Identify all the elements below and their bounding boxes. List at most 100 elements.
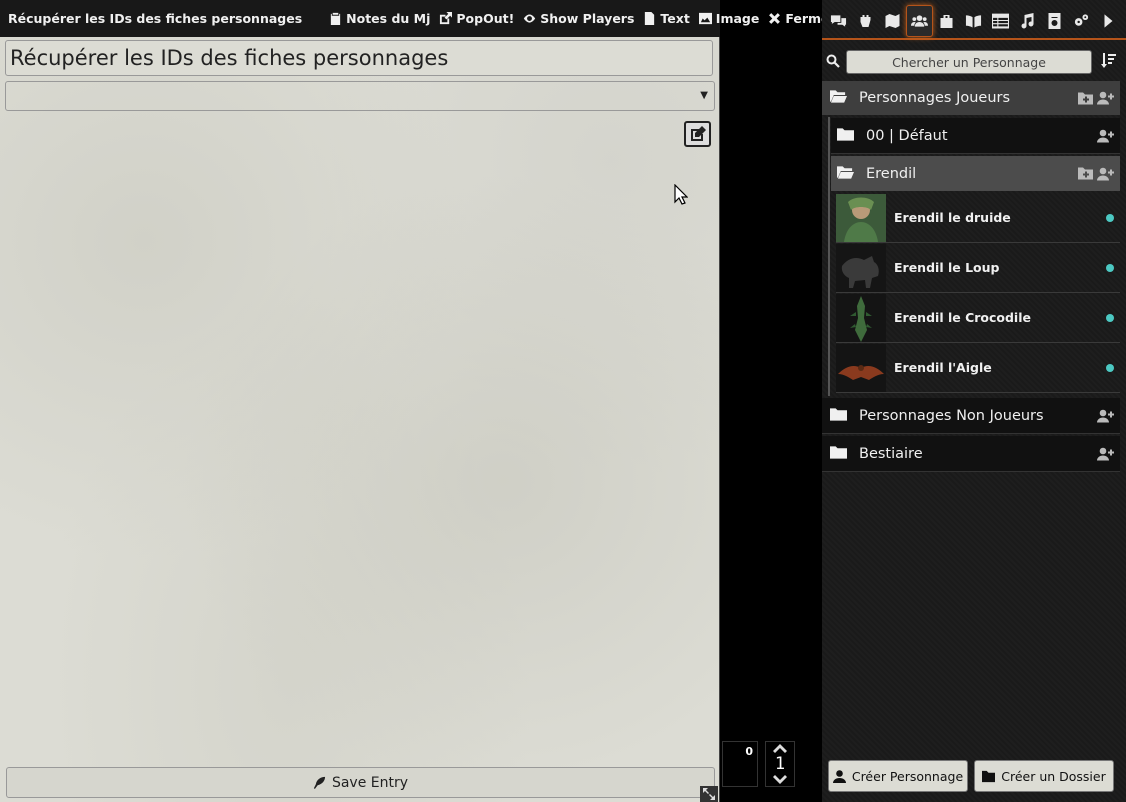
status-dot (1106, 264, 1114, 272)
tab-scenes[interactable] (879, 5, 906, 37)
page-current-value: 1 (774, 754, 786, 774)
cogs-icon (1074, 14, 1089, 26)
folder-label: Bestiaire (859, 445, 923, 462)
gm-notes-label: Notes du Mj (346, 11, 431, 26)
tab-tables[interactable] (987, 5, 1014, 37)
folder-personnages-joueurs[interactable]: Personnages Joueurs (822, 81, 1120, 115)
fist-icon (860, 15, 871, 27)
folder-defaut[interactable]: 00 | Défaut (831, 118, 1120, 154)
image-icon (698, 12, 712, 25)
user-plus-icon[interactable] (1097, 409, 1114, 422)
tab-collapse[interactable] (1095, 5, 1122, 37)
tab-items[interactable] (933, 5, 960, 37)
eye-icon (524, 14, 536, 23)
actor-row-erendil-crocodile[interactable]: Erendil le Crocodile (836, 293, 1120, 343)
text-mode-button[interactable]: Text (643, 11, 690, 26)
image-mode-button[interactable]: Image (698, 11, 760, 26)
external-link-icon (440, 12, 453, 25)
folder-label: Erendil (866, 165, 917, 182)
actor-row-erendil-druide[interactable]: Erendil le druide (836, 193, 1120, 243)
search-icon (826, 53, 840, 72)
folder-open-icon (837, 165, 854, 183)
tab-chat[interactable] (825, 5, 852, 37)
folder-open-icon (830, 89, 847, 107)
entry-title-input[interactable]: Récupérer les IDs des fiches personnages (5, 40, 713, 76)
folder-label: 00 | Défaut (866, 127, 948, 144)
journal-header[interactable]: Récupérer les IDs des fiches personnages… (0, 0, 836, 37)
chat-icon (830, 15, 847, 27)
user-plus-icon[interactable] (1097, 91, 1114, 105)
folder-personnages-non-joueurs[interactable]: Personnages Non Joueurs (822, 398, 1120, 434)
sidebar: Chercher un Personnage Personnages Joueu… (822, 0, 1126, 802)
clipboard-icon (331, 12, 341, 25)
resize-handle[interactable] (700, 786, 718, 802)
folder-icon (830, 445, 847, 463)
show-players-label: Show Players (540, 11, 635, 26)
mouse-cursor-icon (674, 184, 688, 205)
create-folder-button[interactable]: Créer un Dossier (974, 760, 1114, 792)
folder-erendil[interactable]: Erendil (831, 156, 1120, 191)
tab-actors[interactable] (906, 5, 933, 37)
user-plus-icon[interactable] (1097, 129, 1114, 142)
actor-row-erendil-aigle[interactable]: Erendil l'Aigle (836, 343, 1120, 393)
folder-plus-icon[interactable] (1078, 167, 1093, 180)
edit-icon (690, 126, 706, 141)
status-dot (1106, 214, 1114, 222)
image-mode-label: Image (715, 11, 760, 26)
save-entry-label: Save Entry (331, 774, 409, 791)
sort-icon[interactable] (1100, 52, 1116, 72)
avatar (836, 243, 886, 292)
user-plus-icon[interactable] (1097, 447, 1114, 460)
chevron-down-icon: ▼ (700, 90, 708, 101)
expand-icon (703, 788, 715, 800)
create-actor-button[interactable]: Créer Personnage (828, 760, 968, 792)
sidebar-tabs (822, 4, 1126, 40)
caret-right-icon (1104, 14, 1113, 28)
actor-name: Erendil l'Aigle (894, 360, 992, 375)
chevron-up-icon[interactable] (773, 744, 787, 754)
actor-name: Erendil le druide (894, 210, 1011, 225)
actor-name: Erendil le Loup (894, 260, 1000, 275)
folder-select[interactable]: ▼ (5, 81, 715, 111)
edit-entry-button[interactable] (684, 121, 711, 147)
avatar (836, 193, 886, 242)
tab-settings[interactable] (1068, 5, 1095, 37)
atlas-icon (1048, 13, 1061, 29)
folder-label: Personnages Joueurs (859, 90, 1011, 106)
popout-button[interactable]: PopOut! (439, 11, 514, 26)
suitcase-icon (940, 15, 953, 28)
create-folder-label: Créer un Dossier (1001, 768, 1106, 784)
popout-label: PopOut! (456, 11, 515, 26)
user-plus-icon[interactable] (1097, 167, 1114, 180)
actor-name: Erendil le Crocodile (894, 310, 1031, 325)
journal-window: Récupérer les IDs des fiches personnages… (0, 0, 836, 802)
page-navigator[interactable]: 1 (765, 741, 795, 787)
search-input[interactable]: Chercher un Personnage (846, 50, 1092, 74)
folder-bestiaire[interactable]: Bestiaire (822, 436, 1120, 472)
folder-icon (982, 770, 996, 782)
folder-icon (830, 407, 847, 425)
users-icon (911, 15, 928, 27)
tab-playlists[interactable] (1014, 5, 1041, 37)
gm-notes-button[interactable]: Notes du Mj (329, 11, 430, 26)
music-icon (1021, 13, 1034, 29)
create-actor-label: Créer Personnage (851, 768, 964, 784)
actor-row-erendil-loup[interactable]: Erendil le Loup (836, 243, 1120, 293)
save-entry-button[interactable]: Save Entry (6, 767, 715, 798)
table-icon (992, 13, 1009, 29)
book-open-icon (965, 15, 982, 28)
journal-title: Récupérer les IDs des fiches personnages (8, 11, 303, 26)
tab-compendium[interactable] (1041, 5, 1068, 37)
folder-label: Personnages Non Joueurs (859, 407, 1044, 424)
search-row: Chercher un Personnage (822, 46, 1126, 78)
status-dot (1106, 364, 1114, 372)
avatar (836, 293, 886, 342)
folder-plus-icon[interactable] (1078, 92, 1093, 104)
page-count-value: 0 (745, 745, 753, 758)
map-icon (885, 14, 900, 28)
tab-combat[interactable] (852, 5, 879, 37)
file-text-icon (645, 12, 655, 25)
chevron-down-icon[interactable] (773, 774, 787, 784)
tab-journal[interactable] (960, 5, 987, 37)
show-players-button[interactable]: Show Players (523, 11, 634, 26)
